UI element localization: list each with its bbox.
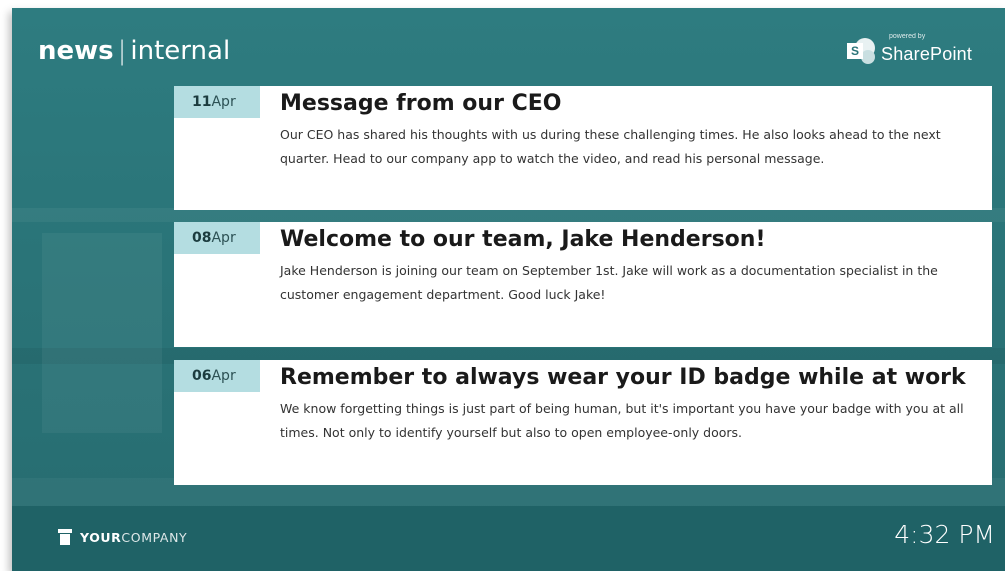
news-body: We know forgetting things is just part o… [280, 401, 964, 440]
sharepoint-logo-letter: S [847, 43, 863, 59]
clock-time: 4:32 PM [894, 520, 995, 549]
signage-screen: news | internal S powered by SharePoint 11… [12, 8, 1005, 571]
app-title-separator: | [117, 36, 127, 66]
news-date-tag: 08Apr [174, 222, 260, 254]
background-band [12, 208, 1005, 222]
app-title: news | internal [38, 36, 230, 66]
news-title: Message from our CEO [280, 91, 562, 116]
news-date-tag: 11Apr [174, 86, 260, 118]
news-title: Welcome to our team, Jake Henderson! [280, 227, 766, 252]
news-date-month: Apr [211, 94, 236, 110]
powered-by-badge: S powered by SharePoint [841, 30, 991, 66]
news-date-day: 06 [192, 368, 212, 384]
news-date-tag: 06Apr [174, 360, 260, 392]
news-body: Our CEO has shared his thoughts with us … [280, 127, 941, 166]
sharepoint-logo-icon: S [847, 38, 875, 64]
news-date-day: 08 [192, 230, 212, 246]
news-card: 08Apr Welcome to our team, Jake Henderso… [174, 222, 992, 347]
news-card: 06Apr Remember to always wear your ID ba… [174, 360, 992, 485]
news-date-month: Apr [211, 230, 236, 246]
company-logo-icon [58, 529, 72, 545]
news-title: Remember to always wear your ID badge wh… [280, 365, 966, 390]
footer-bar: YOURCOMPANY 4:32 PM [12, 506, 1005, 571]
news-date-month: Apr [211, 368, 236, 384]
news-body: Jake Henderson is joining our team on Se… [280, 263, 938, 302]
background-window [42, 233, 162, 433]
company-logo-bold: YOUR [80, 530, 122, 545]
powered-by-label: powered by [889, 33, 926, 40]
app-title-bold: news [38, 36, 114, 66]
company-logo-light: COMPANY [121, 530, 188, 545]
app-title-light: internal [130, 36, 231, 66]
news-card: 11Apr Message from our CEO Our CEO has s… [174, 86, 992, 210]
news-date-day: 11 [192, 94, 212, 110]
company-logo-text: YOURCOMPANY [80, 530, 187, 545]
powered-by-product: SharePoint [881, 44, 973, 64]
